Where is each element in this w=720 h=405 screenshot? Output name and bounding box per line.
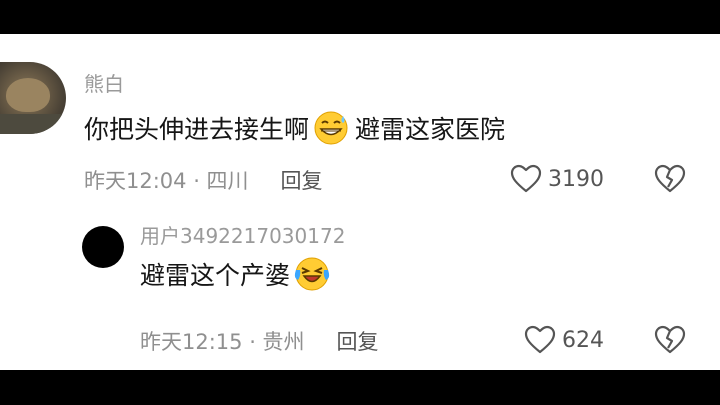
broken-heart-icon[interactable] (654, 163, 686, 195)
comment-time-location: 昨天12:15 · 贵州 (140, 330, 305, 354)
comment-meta: 昨天12:15 · 贵州 回复 (140, 326, 379, 356)
comment-section: 熊白 你把头伸进去接生啊 避雷这家医院 昨天12:04 · 四川 回复 3190… (0, 34, 720, 370)
comment-text: 你把头伸进去接生啊 避雷这家医院 (84, 110, 505, 146)
heart-icon (524, 325, 556, 354)
like-count: 3190 (548, 166, 604, 192)
comment-meta: 昨天12:04 · 四川 回复 (84, 165, 323, 195)
heart-icon (510, 164, 542, 193)
avatar[interactable] (82, 226, 124, 268)
crying-laughing-emoji-icon (294, 257, 330, 291)
comment-text-part: 避雷这个产婆 (140, 261, 291, 290)
like-count: 624 (562, 327, 604, 353)
video-frame: 熊白 你把头伸进去接生啊 避雷这家医院 昨天12:04 · 四川 回复 3190… (0, 0, 720, 405)
username[interactable]: 熊白 (84, 68, 124, 97)
comment-text: 避雷这个产婆 (140, 256, 336, 292)
reply-button[interactable]: 回复 (337, 326, 379, 356)
avatar-bear (6, 78, 50, 112)
avatar[interactable] (0, 62, 66, 134)
comment-text-part: 你把头伸进去接生啊 (84, 115, 310, 144)
comment-time-location: 昨天12:04 · 四川 (84, 169, 249, 193)
grinning-sweat-emoji-icon (314, 111, 348, 145)
like-button[interactable]: 3190 (510, 163, 604, 195)
like-button[interactable]: 624 (524, 324, 604, 356)
avatar-ground (0, 114, 66, 134)
reply-button[interactable]: 回复 (281, 165, 323, 195)
comment-text-part: 避雷这家医院 (355, 115, 506, 144)
username[interactable]: 用户3492217030172 (140, 220, 345, 249)
broken-heart-icon[interactable] (654, 324, 686, 356)
